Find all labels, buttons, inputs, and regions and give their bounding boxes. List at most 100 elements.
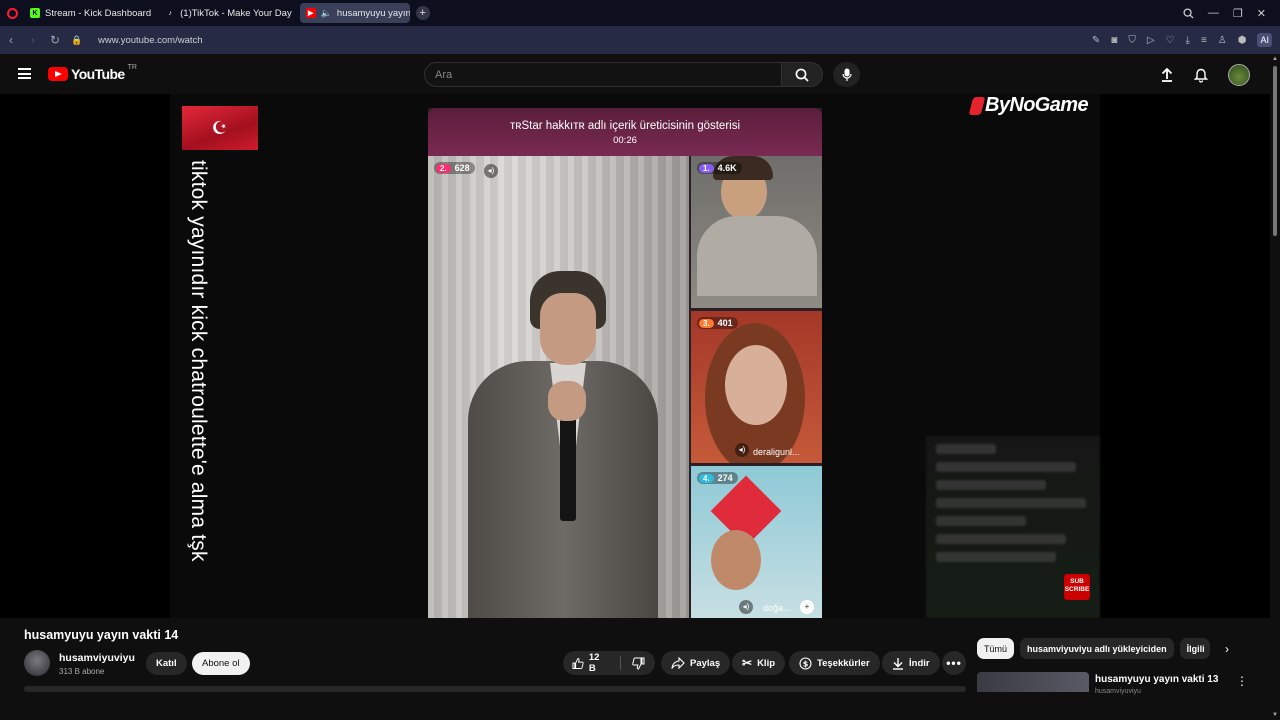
url-field[interactable]: www.youtube.com/watch (98, 35, 203, 46)
speaker-icon: 🔈 (320, 7, 332, 18)
search-input[interactable]: Ara (424, 62, 782, 87)
youtube-logo[interactable]: YouTube TR (48, 63, 137, 82)
watermark-text: ByNoGame (984, 94, 1089, 116)
profile-icon[interactable]: ♙ (1218, 35, 1227, 46)
score-label: 274 (717, 473, 733, 483)
voice-search-button[interactable] (833, 62, 860, 87)
youtube-play-icon (48, 67, 68, 81)
header-actions (1160, 64, 1250, 86)
scroll-up-icon[interactable]: ▲ (1272, 56, 1278, 62)
tab-tiktok[interactable]: ♪ (1)TikTok - Make Your Day (159, 3, 298, 23)
country-code: TR (127, 63, 137, 71)
channel-avatar[interactable] (24, 650, 50, 676)
search-button[interactable] (781, 62, 823, 87)
rank-label: 1. (699, 163, 714, 173)
chevron-right-icon[interactable]: › (1225, 642, 1229, 656)
camera-icon[interactable]: ◙ (1111, 35, 1117, 46)
dislike-button[interactable] (632, 657, 645, 670)
battle-timer: 00:26 (613, 135, 637, 146)
new-tab-button[interactable]: + (415, 6, 430, 20)
clip-button[interactable]: ✂ Klip (732, 651, 786, 675)
add-icon: + (800, 600, 814, 614)
heart-icon[interactable]: ♡ (1166, 35, 1175, 46)
page-scrollbar[interactable]: ▲ ▼ (1270, 54, 1280, 720)
share-label: Paylaş (690, 657, 721, 669)
guest-camera-3: 4. 274 ◂) doğa... + (691, 466, 822, 618)
guest-cameras: 1. 4.6K 3. 401 ◂) deraligunl... 4. 274 ◂… (691, 156, 822, 618)
upload-icon[interactable] (1160, 68, 1174, 82)
svg-text:$: $ (803, 659, 809, 668)
more-vertical-icon[interactable]: ⋮ (1236, 674, 1248, 688)
rank-label: 4. (699, 473, 714, 483)
search-tabs-icon[interactable] (1183, 7, 1194, 19)
menu-icon[interactable]: ≡ (1201, 35, 1207, 46)
opera-logo-icon[interactable] (0, 0, 24, 26)
tab-kick-dashboard[interactable]: K Stream - Kick Dashboard (24, 3, 157, 23)
tab-label: (1)TikTok - Make Your Day (180, 7, 292, 19)
participant-name: deraligunl... (753, 447, 800, 457)
participant-badge: 2. 628 (434, 162, 475, 174)
thanks-label: Teşekkürler (817, 657, 870, 669)
back-icon[interactable]: ‹ (0, 33, 22, 47)
guest-camera-1: 1. 4.6K (691, 156, 822, 308)
video-player[interactable]: ☪ tiktok yayınıdır kick chatroulette'e a… (0, 94, 1270, 618)
thanks-button[interactable]: $ Teşekkürler (789, 651, 880, 675)
chip-from-uploader[interactable]: husamviyuviyu adlı yükleyiciden (1020, 638, 1174, 659)
scissors-icon: ✂ (742, 656, 753, 670)
youtube-header: YouTube TR Ara (0, 54, 1280, 94)
forward-icon[interactable]: › (22, 33, 44, 47)
guest-camera-2: 3. 401 ◂) deraligunl... (691, 311, 822, 463)
speaker-icon: ◂) (484, 164, 498, 178)
lock-icon: 🔒 (71, 34, 83, 45)
video-frame[interactable]: ☪ tiktok yayınıdır kick chatroulette'e a… (170, 94, 1100, 618)
share-button[interactable]: Paylaş (661, 651, 731, 675)
download-button[interactable]: İndir (882, 651, 940, 675)
close-icon[interactable]: ✕ (1257, 7, 1266, 20)
description-box[interactable] (24, 686, 966, 692)
recommended-thumbnail[interactable] (977, 672, 1089, 692)
score-label: 4.6K (717, 163, 737, 173)
youtube-icon: ▶ (305, 8, 316, 18)
subscribe-button[interactable]: Abone ol (192, 652, 250, 675)
banner-title: ᴛʀStar hakkıᴛʀ adlı içerik üreticisinin … (509, 120, 741, 132)
more-actions-button[interactable]: ••• (942, 651, 966, 675)
like-button[interactable]: 12 B (572, 652, 607, 674)
player-icon[interactable]: ▷ (1147, 35, 1155, 46)
extension-icon[interactable]: ⬢ (1238, 35, 1247, 46)
address-bar: ‹ › ↻ 🔒 www.youtube.com/watch ✎ ◙ ⛉ ▷ ♡ … (0, 26, 1280, 54)
download-icon[interactable]: ⤓ (1186, 35, 1190, 46)
overlay-caption: tiktok yayınıdır kick chatroulette'e alm… (187, 160, 210, 562)
video-details: husamyuyu yayın vakti 14 husamviyuviyu 3… (0, 618, 1270, 720)
subscribe-watermark-button[interactable]: SUB SCRIBE (1064, 574, 1090, 600)
tab-youtube-active[interactable]: ▶ 🔈 husamyuyu yayın vakt (299, 3, 410, 23)
restore-icon[interactable]: ❐ (1233, 7, 1243, 20)
recommended-title[interactable]: husamyuyu yayın vakti 13 (1095, 674, 1218, 685)
singer-figure (468, 271, 658, 618)
score-label: 628 (454, 163, 470, 173)
microphone-icon (841, 68, 852, 81)
scrollbar-thumb[interactable] (1273, 66, 1277, 236)
chip-related[interactable]: İlgili (1179, 638, 1210, 659)
like-dislike-group: 12 B (563, 651, 655, 675)
aria-ai-button[interactable]: AI (1257, 33, 1272, 47)
join-button[interactable]: Katıl (146, 652, 187, 675)
clip-label: Klip (757, 657, 776, 669)
minimize-icon[interactable]: — (1208, 7, 1219, 19)
subscribe-label: Abone ol (202, 658, 240, 669)
hamburger-menu-icon[interactable] (18, 68, 31, 79)
channel-name[interactable]: husamviyuviyu (59, 652, 135, 664)
chip-all[interactable]: Tümü (977, 638, 1015, 659)
rank-label: 3. (699, 318, 714, 328)
shield-icon[interactable]: ⛉ (1128, 35, 1136, 46)
search-icon (795, 68, 809, 82)
reload-icon[interactable]: ↻ (44, 33, 66, 47)
like-count: 12 B (588, 652, 600, 674)
score-label: 401 (717, 318, 733, 328)
bynogame-watermark: ByNoGame (968, 94, 1089, 117)
account-avatar[interactable] (1228, 64, 1250, 86)
edit-icon[interactable]: ✎ (1092, 35, 1100, 46)
address-bar-tools: ✎ ◙ ⛉ ▷ ♡ ⤓ ≡ ♙ ⬢ AI (1092, 26, 1280, 54)
notifications-bell-icon[interactable] (1194, 68, 1208, 83)
participant-badge: 1. 4.6K (697, 162, 742, 174)
scroll-down-icon[interactable]: ▼ (1272, 712, 1278, 718)
